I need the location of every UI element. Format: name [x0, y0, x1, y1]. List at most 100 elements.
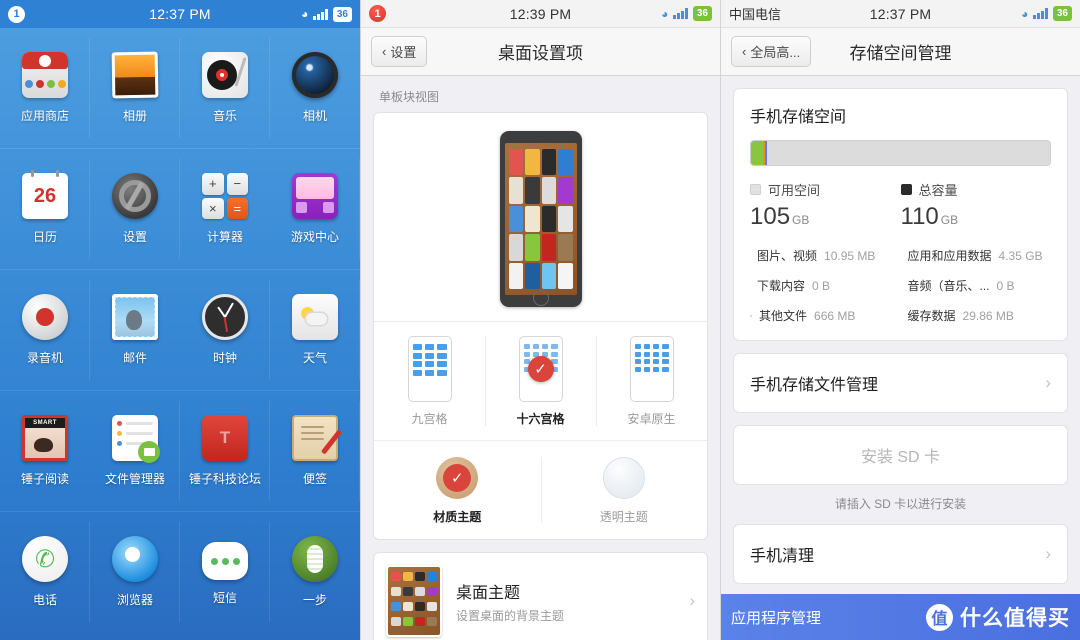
desktop-theme-list-item[interactable]: 桌面主题 设置桌面的背景主题 › — [374, 553, 707, 640]
breakdown-name: 下载内容 — [757, 279, 806, 293]
smartisan-forum-icon: T — [202, 415, 248, 461]
settings-gear-icon — [112, 173, 158, 219]
app-cell-notes[interactable]: 便签 — [270, 391, 360, 511]
app-label: 邮件 — [122, 351, 147, 365]
app-label: 游戏中心 — [290, 230, 339, 244]
total-capacity: 总容量 110 GB — [900, 180, 1052, 231]
smartisan-read-icon: SMART — [22, 415, 68, 461]
theme-option-material[interactable]: 材质主题 — [374, 441, 541, 539]
app-cell-clock[interactable]: 时钟 — [180, 270, 270, 390]
phone-clean-card[interactable]: 手机清理 › — [733, 524, 1068, 584]
back-button[interactable]: ‹ 设置 — [371, 36, 428, 67]
layout-option-sixteen-grid[interactable]: ✓ 十六宫格 — [485, 322, 596, 440]
app-cell-browser[interactable]: 浏览器 — [90, 512, 180, 632]
breakdown-value: 29.86 MB — [962, 308, 1014, 323]
breakdown-item-other: 其他文件 666 MB — [750, 307, 901, 324]
app-grid: 应用商店 相册 音乐 相机 26 日历 设置 + − × = 计算器 游戏中心 … — [0, 28, 360, 632]
storage-panel: 中国电信 12:37 PM ◕ 36 ‹ 全局高... 存储空间管理 手机存储空… — [720, 0, 1080, 640]
desktop-theme-row[interactable]: 桌面主题 设置桌面的背景主题 › — [373, 552, 708, 640]
breakdown-value: 10.95 MB — [824, 248, 876, 263]
theme-label: 透明主题 — [599, 510, 648, 524]
file-manage-card[interactable]: 手机存储文件管理 › — [733, 353, 1068, 413]
breakdown-value: 4.35 GB — [998, 248, 1043, 263]
app-cell-settings[interactable]: 设置 — [90, 149, 180, 269]
breakdown-name: 其他文件 — [759, 309, 808, 323]
app-cell-camera[interactable]: 相机 — [270, 28, 360, 148]
app-cell-appstore[interactable]: 应用商店 — [0, 28, 90, 148]
free-swatch-icon — [750, 184, 761, 195]
home-statusbar: 1 12:37 PM ◕ 36 — [0, 0, 360, 28]
calc-key-equals: = — [226, 197, 248, 219]
desktop-theme-text: 桌面主题 设置桌面的背景主题 — [456, 579, 675, 624]
sd-install-card[interactable]: 安装 SD 卡 — [733, 425, 1068, 485]
app-cell-mail[interactable]: 邮件 — [90, 270, 180, 390]
app-cell-one-step[interactable]: 一步 — [270, 512, 360, 632]
sms-icon — [202, 542, 248, 580]
storage-usage-bar — [750, 140, 1051, 166]
app-cell-weather[interactable]: 天气 — [270, 270, 360, 390]
app-cell-smartisan-read[interactable]: SMART 锤子阅读 — [0, 391, 90, 511]
app-label: 设置 — [122, 230, 147, 244]
theme-option-transparent[interactable]: 透明主题 — [540, 441, 708, 539]
app-manage-banner[interactable]: 应用程序管理 值 什么值得买 — [721, 594, 1080, 640]
breakdown-value: 0 B — [812, 278, 831, 293]
calc-key-times: × — [202, 197, 224, 219]
status-clock: 12:37 PM — [149, 6, 211, 22]
breakdown-item-audio: 音频（音乐、... 0 B — [901, 277, 1052, 294]
storage-card-title: 手机存储空间 — [750, 109, 847, 126]
phone-clean-row[interactable]: 手机清理 › — [734, 525, 1067, 583]
app-cell-file-manager[interactable]: 文件管理器 — [90, 391, 180, 511]
desktop-navbar: ‹ 设置 桌面设置项 — [361, 28, 720, 76]
free-label: 可用空间 — [768, 183, 821, 198]
breakdown-item-downloads: 下载内容 0 B — [750, 277, 901, 294]
app-label: 一步 — [302, 593, 327, 607]
free-unit: GB — [792, 213, 810, 227]
total-free: 可用空间 105 GB — [750, 180, 901, 231]
layout-card: 九宫格 ✓ 十六宫格 安卓原生 材质主题 — [373, 112, 708, 540]
capacity-unit: GB — [940, 213, 959, 227]
transparent-theme-swatch-icon — [602, 457, 645, 499]
bar-segment-free — [766, 141, 1050, 165]
file-manage-row[interactable]: 手机存储文件管理 › — [734, 354, 1067, 412]
layout-option-android-native[interactable]: 安卓原生 — [596, 322, 707, 440]
app-cell-recorder[interactable]: 录音机 — [0, 270, 90, 390]
app-cell-music[interactable]: 音乐 — [180, 28, 270, 148]
breakdown-item-cache: 缓存数据 29.86 MB — [901, 307, 1052, 324]
option-label: 安卓原生 — [627, 412, 676, 426]
app-label: 音乐 — [212, 109, 237, 123]
app-cell-calendar[interactable]: 26 日历 — [0, 149, 90, 269]
chevron-right-icon: › — [1045, 373, 1051, 392]
capacity-swatch-icon — [900, 184, 912, 195]
app-cell-sms[interactable]: 短信 — [180, 512, 270, 632]
option-label: 九宫格 — [411, 412, 448, 426]
storage-summary-card: 手机存储空间 可用空间 105 GB 总容量 110 GB 图片、视频 10.9… — [733, 88, 1068, 341]
app-cell-phone[interactable]: ✆ 电话 — [0, 512, 90, 632]
app-cell-forum[interactable]: T 锤子科技论坛 — [180, 391, 270, 511]
file-manager-icon — [112, 415, 160, 463]
chevron-left-icon: ‹ — [742, 44, 747, 59]
status-clock: 12:39 PM — [509, 5, 572, 22]
sd-install-button[interactable]: 安装 SD 卡 — [734, 426, 1067, 484]
file-manage-label: 手机存储文件管理 — [750, 377, 879, 394]
back-label: 全局高... — [750, 45, 801, 60]
phone-preview — [374, 113, 707, 322]
storage-navbar: ‹ 全局高... 存储空间管理 — [721, 28, 1080, 76]
layout-option-nine-grid[interactable]: 九宫格 — [374, 322, 485, 440]
sixteen-grid-preview-icon: ✓ — [518, 336, 563, 402]
selected-check-icon: ✓ — [527, 356, 554, 382]
breakdown-item-apps: 应用和应用数据 4.35 GB — [901, 247, 1052, 264]
nine-grid-preview-icon — [407, 336, 452, 402]
breakdown-value: 666 MB — [814, 308, 856, 323]
capacity-label: 总容量 — [918, 183, 958, 198]
sd-install-hint: 请插入 SD 卡以进行安装 — [834, 497, 967, 511]
app-cell-calculator[interactable]: + − × = 计算器 — [180, 149, 270, 269]
app-label: 时钟 — [212, 351, 237, 365]
chevron-right-icon: › — [1045, 544, 1051, 563]
back-button[interactable]: ‹ 全局高... — [731, 36, 812, 67]
app-label: 应用商店 — [20, 109, 69, 123]
app-cell-gamecenter[interactable]: 游戏中心 — [270, 149, 360, 269]
photos-icon — [111, 51, 159, 99]
app-cell-album[interactable]: 相册 — [90, 28, 180, 148]
calculator-icon: + − × = — [202, 173, 248, 219]
app-label: 锤子阅读 — [20, 472, 69, 486]
